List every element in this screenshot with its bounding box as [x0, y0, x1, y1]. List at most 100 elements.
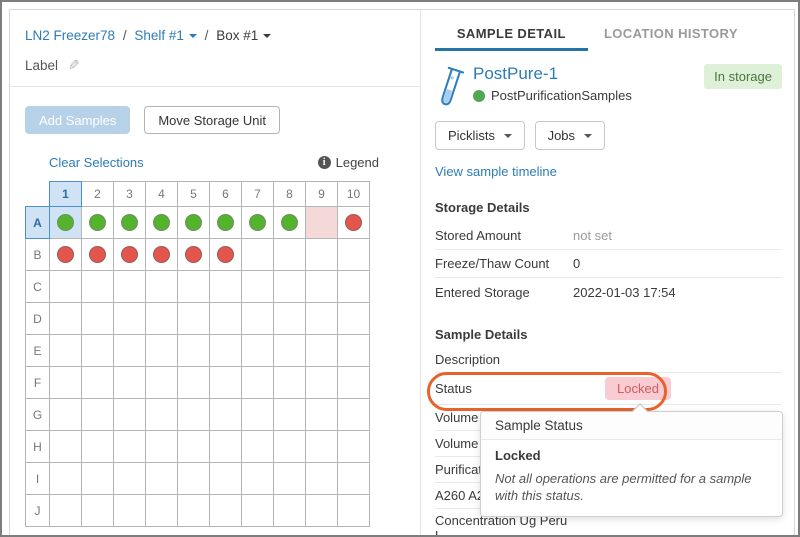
grid-cell-I7[interactable] — [242, 463, 274, 495]
clear-selections-link[interactable]: Clear Selections — [49, 155, 144, 170]
grid-column-header-6[interactable]: 6 — [210, 182, 242, 207]
grid-cell-I1[interactable] — [50, 463, 82, 495]
breadcrumb-box-dropdown[interactable]: Box #1 — [216, 28, 271, 43]
grid-cell-C2[interactable] — [82, 271, 114, 303]
grid-cell-E2[interactable] — [82, 335, 114, 367]
grid-cell-C3[interactable] — [114, 271, 146, 303]
grid-column-header-3[interactable]: 3 — [114, 182, 146, 207]
grid-cell-D3[interactable] — [114, 303, 146, 335]
edit-pencil-icon[interactable]: ✎ — [68, 57, 80, 74]
grid-cell-J3[interactable] — [114, 495, 146, 527]
grid-cell-I2[interactable] — [82, 463, 114, 495]
grid-cell-J8[interactable] — [274, 495, 306, 527]
grid-row-header-C[interactable]: C — [26, 271, 50, 303]
grid-row-header-G[interactable]: G — [26, 399, 50, 431]
grid-cell-H10[interactable] — [338, 431, 370, 463]
box-grid[interactable]: 12345678910ABCDEFGHIJ — [25, 181, 370, 527]
grid-cell-D7[interactable] — [242, 303, 274, 335]
move-storage-unit-button[interactable]: Move Storage Unit — [144, 106, 280, 134]
grid-cell-H7[interactable] — [242, 431, 274, 463]
grid-cell-B7[interactable] — [242, 239, 274, 271]
grid-column-header-8[interactable]: 8 — [274, 182, 306, 207]
grid-cell-C9[interactable] — [306, 271, 338, 303]
grid-cell-I5[interactable] — [178, 463, 210, 495]
grid-cell-H4[interactable] — [146, 431, 178, 463]
grid-cell-J1[interactable] — [50, 495, 82, 527]
grid-cell-F4[interactable] — [146, 367, 178, 399]
grid-cell-C7[interactable] — [242, 271, 274, 303]
grid-cell-J10[interactable] — [338, 495, 370, 527]
grid-cell-E7[interactable] — [242, 335, 274, 367]
grid-cell-D5[interactable] — [178, 303, 210, 335]
tab-location-history[interactable]: LOCATION HISTORY — [588, 26, 755, 51]
grid-cell-A3[interactable] — [114, 207, 146, 239]
grid-row-header-D[interactable]: D — [26, 303, 50, 335]
grid-cell-A8[interactable] — [274, 207, 306, 239]
grid-cell-G10[interactable] — [338, 399, 370, 431]
picklists-dropdown-button[interactable]: Picklists — [435, 121, 525, 150]
grid-cell-B4[interactable] — [146, 239, 178, 271]
grid-cell-E4[interactable] — [146, 335, 178, 367]
grid-cell-F7[interactable] — [242, 367, 274, 399]
grid-cell-F2[interactable] — [82, 367, 114, 399]
grid-cell-C4[interactable] — [146, 271, 178, 303]
tab-sample-detail[interactable]: SAMPLE DETAIL — [435, 26, 588, 51]
grid-cell-B3[interactable] — [114, 239, 146, 271]
grid-cell-B1[interactable] — [50, 239, 82, 271]
grid-cell-F5[interactable] — [178, 367, 210, 399]
grid-column-header-5[interactable]: 5 — [178, 182, 210, 207]
grid-cell-G4[interactable] — [146, 399, 178, 431]
grid-cell-A6[interactable] — [210, 207, 242, 239]
grid-cell-E9[interactable] — [306, 335, 338, 367]
grid-cell-I10[interactable] — [338, 463, 370, 495]
grid-cell-C1[interactable] — [50, 271, 82, 303]
grid-cell-C10[interactable] — [338, 271, 370, 303]
grid-cell-D9[interactable] — [306, 303, 338, 335]
grid-cell-G7[interactable] — [242, 399, 274, 431]
grid-column-header-2[interactable]: 2 — [82, 182, 114, 207]
grid-cell-I3[interactable] — [114, 463, 146, 495]
add-samples-button[interactable]: Add Samples — [25, 106, 130, 134]
grid-row-header-F[interactable]: F — [26, 367, 50, 399]
grid-cell-B6[interactable] — [210, 239, 242, 271]
grid-cell-G2[interactable] — [82, 399, 114, 431]
grid-row-header-E[interactable]: E — [26, 335, 50, 367]
grid-column-header-7[interactable]: 7 — [242, 182, 274, 207]
grid-cell-H8[interactable] — [274, 431, 306, 463]
grid-cell-H6[interactable] — [210, 431, 242, 463]
grid-cell-G3[interactable] — [114, 399, 146, 431]
grid-cell-F3[interactable] — [114, 367, 146, 399]
grid-cell-H1[interactable] — [50, 431, 82, 463]
grid-column-header-1[interactable]: 1 — [50, 182, 82, 207]
grid-row-header-B[interactable]: B — [26, 239, 50, 271]
grid-cell-D10[interactable] — [338, 303, 370, 335]
grid-cell-D6[interactable] — [210, 303, 242, 335]
grid-row-header-A[interactable]: A — [26, 207, 50, 239]
grid-cell-G6[interactable] — [210, 399, 242, 431]
sample-name-link[interactable]: PostPure-1 — [473, 64, 632, 84]
grid-cell-A1[interactable] — [50, 207, 82, 239]
grid-cell-G8[interactable] — [274, 399, 306, 431]
grid-cell-E8[interactable] — [274, 335, 306, 367]
grid-cell-D1[interactable] — [50, 303, 82, 335]
grid-cell-D8[interactable] — [274, 303, 306, 335]
grid-cell-E6[interactable] — [210, 335, 242, 367]
grid-column-header-4[interactable]: 4 — [146, 182, 178, 207]
grid-row-header-H[interactable]: H — [26, 431, 50, 463]
grid-cell-A9[interactable] — [306, 207, 338, 239]
grid-cell-B9[interactable] — [306, 239, 338, 271]
grid-cell-E1[interactable] — [50, 335, 82, 367]
grid-cell-E10[interactable] — [338, 335, 370, 367]
legend-toggle[interactable]: i Legend — [318, 155, 379, 170]
grid-cell-B10[interactable] — [338, 239, 370, 271]
grid-cell-F6[interactable] — [210, 367, 242, 399]
grid-cell-E5[interactable] — [178, 335, 210, 367]
grid-cell-B5[interactable] — [178, 239, 210, 271]
grid-cell-J5[interactable] — [178, 495, 210, 527]
grid-cell-F1[interactable] — [50, 367, 82, 399]
grid-cell-A2[interactable] — [82, 207, 114, 239]
grid-cell-G9[interactable] — [306, 399, 338, 431]
grid-column-header-9[interactable]: 9 — [306, 182, 338, 207]
grid-cell-E3[interactable] — [114, 335, 146, 367]
grid-cell-F10[interactable] — [338, 367, 370, 399]
